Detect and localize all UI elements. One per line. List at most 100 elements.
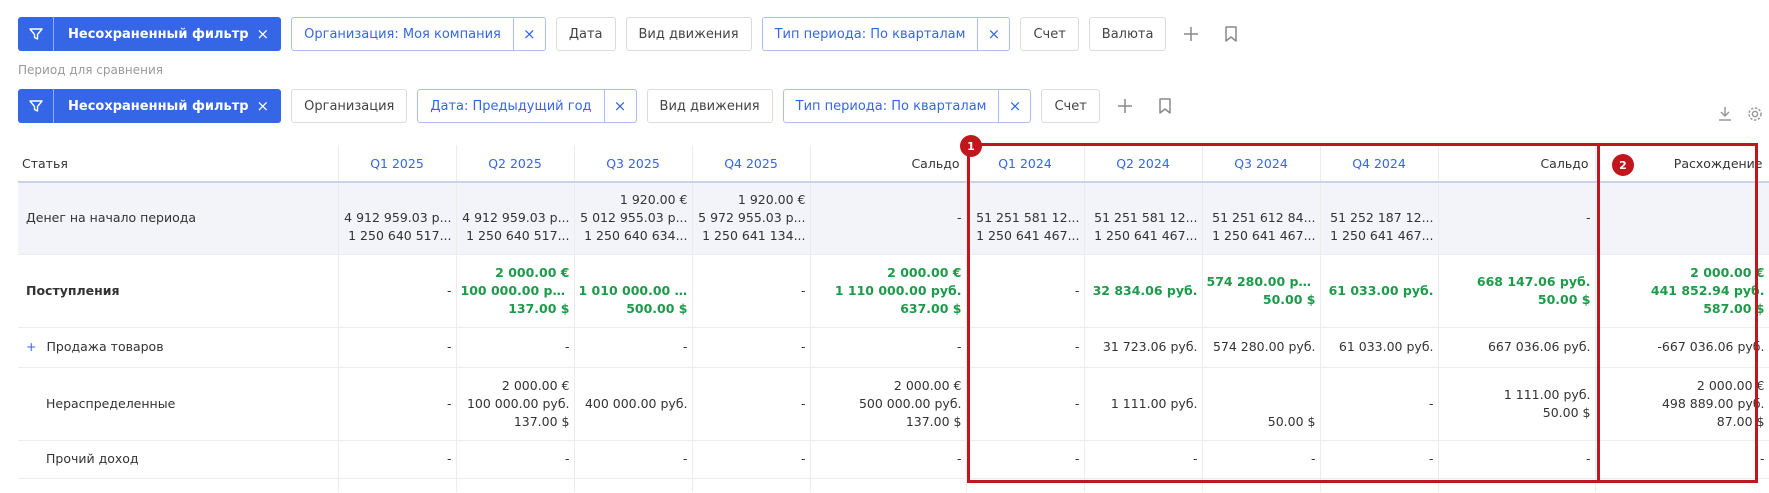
table-cell: - (456, 327, 575, 368)
table-cell: 667 036.06 руб. (1438, 327, 1596, 368)
table-cell: - (338, 327, 457, 368)
table-cell: - (338, 367, 457, 441)
table-cell: - (1438, 440, 1596, 479)
column-header[interactable]: Q1 2025 (338, 145, 457, 183)
filter-chip-account[interactable]: Счет (1041, 89, 1100, 123)
cell-value: 61 033.00 руб. (1328, 282, 1434, 298)
table-cell: - (1202, 440, 1321, 479)
table-cell: 2 000.00 € 100 000.00 руб. 137.00 $ (456, 367, 575, 441)
column-header[interactable]: Q4 2024 (1320, 145, 1439, 183)
saved-filter-chip[interactable]: Несохраненный фильтр × (18, 89, 282, 123)
column-header[interactable]: Q3 2024 (1202, 145, 1321, 183)
filter-chip-account[interactable]: Счет (1020, 17, 1079, 51)
close-icon[interactable]: × (998, 90, 1030, 122)
table-cell: 51 251 581 12... 1 250 641 467... (1084, 182, 1203, 255)
filter-chip-organization[interactable]: Организация (291, 89, 408, 123)
table-row[interactable]: Прочий доход - - - - - - - - - - - (18, 440, 1769, 479)
row-name-cell: Денег на начало периода (18, 182, 339, 255)
filter-chip-organization[interactable]: Организация: Моя компания × (291, 17, 546, 51)
column-header[interactable]: Сальдо (1438, 145, 1596, 183)
cell-value: 50.00 $ (1262, 291, 1316, 307)
cell-value: 574 280.00 руб. (1206, 273, 1316, 289)
close-icon[interactable]: × (257, 89, 282, 123)
cell-value: 1 250 640 517... (466, 228, 570, 244)
cell-value: 400 000.00 руб. (584, 395, 688, 411)
cell-value (1600, 209, 1765, 227)
column-header[interactable]: Q3 2025 (574, 145, 693, 183)
table-toolbar (1717, 106, 1763, 126)
saved-filter-chip[interactable]: Несохраненный фильтр × (18, 17, 282, 51)
filter-chip-movement-type[interactable]: Вид движения (625, 17, 752, 51)
add-filter-icon[interactable] (1110, 89, 1140, 123)
cell-value: - (682, 339, 688, 354)
filter-chip-period-type[interactable]: Тип периода: По кварталам × (782, 89, 1032, 123)
bookmark-icon[interactable] (1150, 89, 1180, 123)
add-filter-icon[interactable] (1176, 17, 1206, 51)
column-header[interactable]: Q1 2024 (966, 145, 1085, 183)
table-cell: - (1320, 367, 1439, 441)
table-cell (456, 478, 575, 492)
table-cell: 2 000.00 € 100 000.00 руб. 137.00 $ (456, 254, 575, 328)
table-cell: - (692, 254, 811, 328)
table-cell: - (810, 327, 967, 368)
column-header-article[interactable]: Статья (18, 145, 339, 183)
cell-value: - (800, 282, 806, 298)
cell-value: 51 252 187 12... (1330, 210, 1434, 226)
cell-value: 1 920.00 € (737, 192, 806, 208)
comparison-period-title: Период для сравнения (18, 63, 164, 77)
filter-chip-currency[interactable]: Валюта (1088, 17, 1167, 51)
table-cell: 50.00 $ (1202, 367, 1321, 441)
close-icon[interactable]: × (257, 17, 282, 51)
gear-icon[interactable] (1747, 106, 1763, 126)
table-row[interactable]: + Продажа товаров - - - - - - 31 723.06 руб. 574 … (18, 327, 1769, 368)
column-header[interactable]: Q4 2025 (692, 145, 811, 183)
table-cell: 1 111.00 руб. (1084, 367, 1203, 441)
cell-value: 5 972 955.03 р... (698, 210, 806, 226)
table-row[interactable]: Денег на начало периода 4 912 959.03 р..… (18, 182, 1769, 255)
expand-row-icon[interactable]: + (26, 339, 36, 354)
cell-value: 50.00 $ (1267, 413, 1316, 429)
table-cell (1438, 478, 1596, 492)
close-icon[interactable]: × (977, 18, 1009, 50)
cell-value: 2 000.00 € (501, 377, 570, 393)
close-icon[interactable]: × (512, 18, 545, 50)
table-cell (1202, 478, 1321, 492)
download-icon[interactable] (1717, 106, 1733, 126)
filter-chip-date[interactable]: Дата (555, 17, 616, 51)
close-icon[interactable]: × (603, 90, 636, 122)
column-header[interactable]: Q2 2024 (1084, 145, 1203, 183)
table-cell: 1 920.00 € 5 012 955.03 р... 1 250 640 634… (574, 182, 693, 255)
filter-chip-movement-type[interactable]: Вид движения (646, 89, 773, 123)
table-cell: - (692, 367, 811, 441)
cell-value: - (564, 451, 570, 466)
table-cell: 32 834.06 руб. (1084, 254, 1203, 328)
cell-value: 667 036.06 руб. (1487, 339, 1591, 354)
cell-value: 51 251 581 12... (976, 210, 1080, 226)
cell-value (1207, 191, 1316, 209)
table-cell: 574 280.00 руб. (1202, 327, 1321, 368)
cell-value: 1 250 641 134... (702, 228, 806, 244)
cell-value: 1 250 641 467... (1330, 228, 1434, 244)
cell-value: 2 000.00 € (887, 264, 962, 280)
comparison-filter-bar: Несохраненный фильтр × Организация Дата:… (18, 89, 1180, 123)
cell-value: 51 251 581 12... (1094, 210, 1198, 226)
cell-value (971, 191, 1080, 209)
column-header[interactable]: Q2 2025 (456, 145, 575, 183)
cell-value: 498 889.00 руб. (1661, 395, 1765, 411)
table-row[interactable]: Поступления - 2 000.00 € 100 000.00 руб. 137… (18, 254, 1769, 328)
cell-value: 50.00 $ (1542, 404, 1591, 420)
bookmark-icon[interactable] (1216, 17, 1246, 51)
filter-chip-date[interactable]: Дата: Предыдущий год × (417, 89, 637, 123)
table-row[interactable]: Нераспределенные - 2 000.00 € 100 000.00 ру… (18, 367, 1769, 441)
table-header-row: Статья Q1 2025 Q2 2025 Q3 2025 Q4 2025 Сальдо… (18, 145, 1769, 183)
column-header[interactable]: Сальдо (810, 145, 967, 183)
filter-chip-period-type[interactable]: Тип периода: По кварталам × (761, 17, 1011, 51)
table-cell: - (966, 254, 1085, 328)
cell-value: - (446, 451, 452, 466)
table-cell: - (456, 440, 575, 479)
cell-value (1207, 395, 1316, 413)
cell-value: 5 012 955.03 р... (580, 210, 688, 226)
cell-value: - (956, 210, 962, 226)
table-body: Денег на начало периода 4 912 959.03 р..… (18, 182, 1769, 492)
row-name-cell: + Продажа товаров (18, 327, 339, 368)
